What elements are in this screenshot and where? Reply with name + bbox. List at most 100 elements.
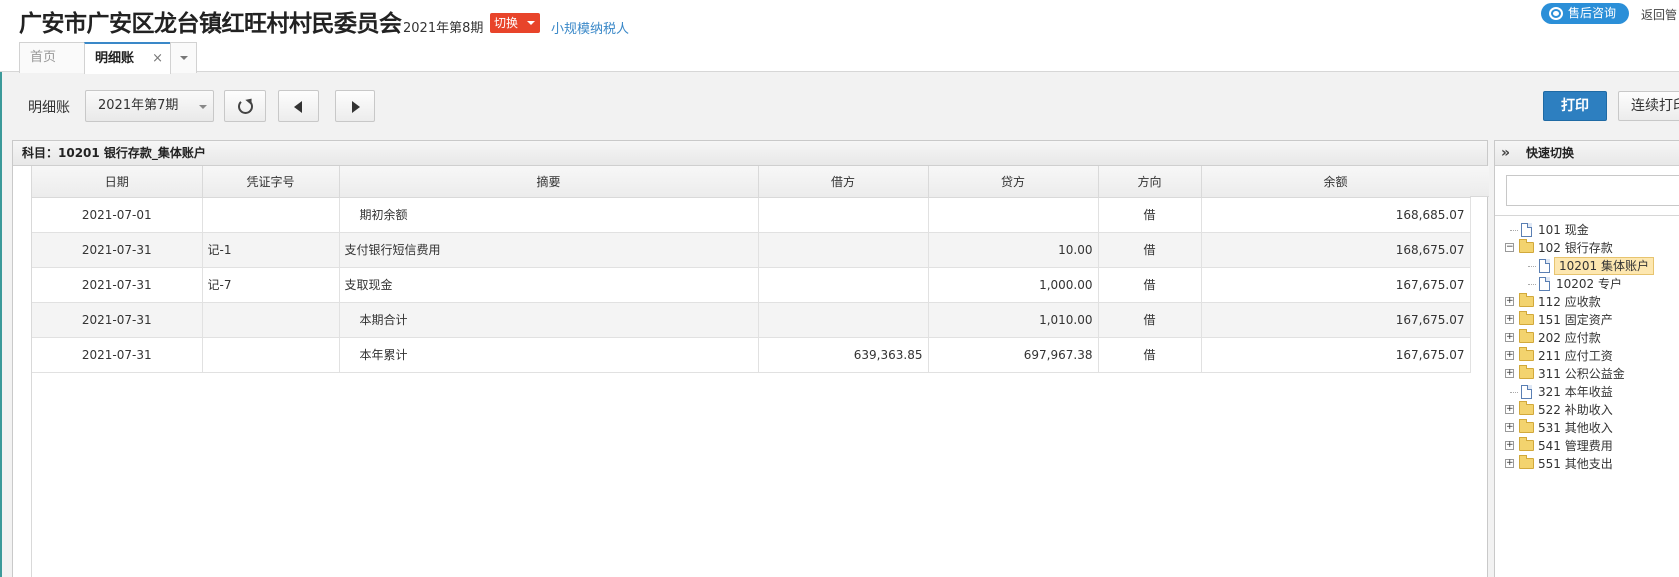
column-header-direction[interactable]: 方向 (1098, 166, 1202, 198)
expand-icon[interactable]: + (1505, 315, 1514, 324)
cell-date: 2021-07-31 (32, 232, 203, 268)
ledger-grid: 日期 凭证字号 摘要 借方 贷方 方向 余额 2021-07-01 期初余额借 16… (31, 166, 1489, 577)
collapse-icon[interactable]: − (1505, 243, 1514, 252)
cell-balance: 167,675.07 (1201, 337, 1471, 373)
tree-node-label: 531 其他收入 (1538, 421, 1613, 435)
expand-icon[interactable]: + (1505, 351, 1514, 360)
tree-connector (1510, 230, 1518, 231)
tree-node-label: 541 管理费用 (1538, 439, 1613, 453)
folder-icon (1519, 329, 1534, 343)
tab-ledger-detail[interactable]: 明细账 × (84, 42, 171, 74)
file-icon (1539, 259, 1550, 273)
table-row[interactable]: 2021-07-31 记-1 支付银行短信费用 10.00 借 168,675.07 (32, 232, 1471, 268)
table-row[interactable]: 2021-07-01 期初余额 借 168,685.07 (32, 197, 1471, 233)
cell-balance: 167,675.07 (1201, 267, 1471, 303)
cell-debit (758, 267, 929, 303)
folder-icon (1519, 401, 1534, 415)
expand-icon[interactable]: + (1505, 369, 1514, 378)
expand-icon[interactable]: + (1505, 333, 1514, 342)
cell-credit: 10.00 (928, 232, 1099, 268)
tree-node-label: 151 固定资产 (1538, 313, 1613, 327)
cell-voucher (202, 337, 340, 373)
cell-debit (758, 197, 929, 233)
table-header-row: 日期 凭证字号 摘要 借方 贷方 方向 余额 (32, 166, 1471, 198)
tree-node-label: 551 其他支出 (1538, 457, 1613, 471)
tree-node-label: 10202 专户 (1556, 277, 1622, 291)
folder-icon (1519, 293, 1534, 307)
tree-node-label: 522 补助收入 (1538, 403, 1613, 417)
cell-voucher: 记-1 (202, 232, 340, 268)
tree-node-label: 112 应收款 (1538, 295, 1601, 309)
scrollbar-header-corner (1470, 166, 1489, 197)
after-sales-consult-button[interactable]: 售后咨询 (1541, 3, 1629, 24)
ledger-panel: 科目：10201 银行存款_集体账户 日期 凭证字号 摘要 借方 贷方 方向 余… (12, 140, 1489, 577)
cell-balance: 168,675.07 (1201, 232, 1471, 268)
close-icon[interactable]: × (152, 44, 163, 74)
collapse-panel-icon[interactable]: » (1501, 141, 1510, 165)
cell-credit: 1,010.00 (928, 302, 1099, 338)
folder-icon (1519, 365, 1534, 379)
cell-credit: 1,000.00 (928, 267, 1099, 303)
taxpayer-type-link[interactable]: 小规模纳税人 (551, 18, 629, 37)
cell-debit (758, 232, 929, 268)
switch-period-button[interactable]: 切换 (490, 13, 540, 33)
tree-connector (1528, 266, 1536, 267)
cell-voucher: 记-7 (202, 267, 340, 303)
app-header: 广安市广安区龙台镇红旺村村民委员会 2021年第8期 切换 小规模纳税人 售后咨… (0, 0, 1679, 74)
cell-direction: 借 (1098, 232, 1202, 268)
cell-date: 2021-07-31 (32, 267, 203, 303)
current-period: 2021年第8期 (403, 21, 484, 36)
company-name: 广安市广安区龙台镇红旺村村民委员会 (19, 11, 402, 37)
cell-summary: 本年累计 (339, 337, 759, 373)
tab-home[interactable]: 首页 (19, 42, 85, 73)
cell-date: 2021-07-31 (32, 302, 203, 338)
folder-icon (1519, 311, 1534, 325)
cell-summary: 支付银行短信费用 (339, 232, 759, 268)
eye-icon (1549, 7, 1563, 20)
refresh-button[interactable] (224, 90, 266, 122)
period-select[interactable]: 2021年第7期 (85, 90, 214, 122)
period-select-value: 2021年第7期 (98, 98, 179, 113)
continuous-print-button[interactable]: 连续打印 (1618, 91, 1679, 121)
refresh-icon (238, 99, 253, 114)
cell-date: 2021-07-31 (32, 337, 203, 373)
column-header-debit[interactable]: 借方 (758, 166, 929, 198)
table-row[interactable]: 2021-07-31 本期合计 1,010.00 借 167,675.07 (32, 302, 1471, 338)
tree-node-label: 311 公积公益金 (1538, 367, 1625, 381)
tree-node-label: 10201 集体账户 (1554, 257, 1654, 275)
column-header-date[interactable]: 日期 (32, 166, 203, 198)
cell-debit (758, 302, 929, 338)
folder-icon (1519, 419, 1534, 433)
toolbar-label: 明细账 (28, 100, 70, 116)
table-row[interactable]: 2021-07-31 记-7 支取现金 1,000.00 借 167,675.07 (32, 267, 1471, 303)
column-header-voucher[interactable]: 凭证字号 (202, 166, 340, 198)
expand-icon[interactable]: + (1505, 441, 1514, 450)
next-period-button[interactable] (335, 90, 375, 122)
cell-summary: 本期合计 (339, 302, 759, 338)
back-link[interactable]: 返回管 (1641, 6, 1677, 23)
triangle-right-icon (352, 101, 360, 113)
expand-icon[interactable]: + (1505, 297, 1514, 306)
column-header-credit[interactable]: 贷方 (928, 166, 1099, 198)
file-icon (1521, 223, 1532, 237)
cell-balance: 167,675.07 (1201, 302, 1471, 338)
expand-icon[interactable]: + (1505, 459, 1514, 468)
divider (1495, 215, 1679, 216)
print-button[interactable]: 打印 (1543, 91, 1607, 121)
file-icon (1521, 385, 1532, 399)
column-header-summary[interactable]: 摘要 (339, 166, 759, 198)
quick-switch-panel: » 快速切换 101 现金 − 102 银行存款 10201 集体账户 10202 专户… (1494, 140, 1679, 577)
expand-icon[interactable]: + (1505, 405, 1514, 414)
caret-down-icon (527, 21, 535, 25)
table-row[interactable]: 2021-07-31 本年累计 639,363.85 697,967.38 借 167,6… (32, 337, 1471, 373)
quick-switch-search-input[interactable] (1506, 175, 1679, 206)
previous-period-button[interactable] (278, 90, 319, 122)
tree-node-label: 321 本年收益 (1538, 385, 1613, 399)
cell-summary: 期初余额 (339, 197, 759, 233)
tree-node-label: 101 现金 (1538, 223, 1589, 237)
expand-icon[interactable]: + (1505, 423, 1514, 432)
tab-more-dropdown[interactable] (170, 42, 197, 73)
column-header-balance[interactable]: 余额 (1201, 166, 1471, 198)
quick-switch-title: 快速切换 (1526, 146, 1575, 160)
triangle-left-icon (294, 101, 302, 113)
